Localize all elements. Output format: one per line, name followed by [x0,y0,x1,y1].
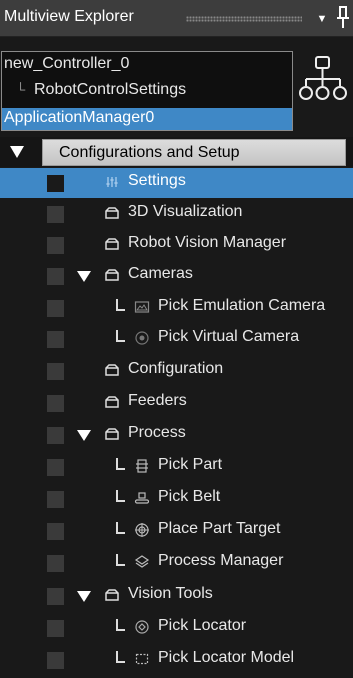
process-manager-icon [134,555,150,568]
tree-item-pick-locator[interactable]: Pick Locator [0,613,353,643]
tree-elbow-icon [116,330,125,342]
tree-item-vision-tools[interactable]: Vision Tools [0,581,353,611]
part-icon [136,459,148,473]
tree-item-pick-belt[interactable]: Pick Belt [0,484,353,514]
tree-elbow-icon [116,619,125,631]
tree-item-label: Pick Locator [158,617,247,634]
row-marker [47,427,64,444]
drag-grip[interactable] [186,16,302,22]
tree-item-label: Pick Virtual Camera [158,328,300,345]
tree-elbow-icon [116,522,125,534]
tree-item-settings[interactable]: Settings [0,168,353,198]
tree-item-process[interactable]: Process [0,420,353,450]
section-label: Configurations and Setup [59,144,240,161]
row-marker [47,395,64,412]
tree-item-pick-virtual-camera[interactable]: Pick Virtual Camera [0,324,353,354]
row-marker [47,363,64,380]
tree-elbow-icon [116,490,125,502]
row-marker [47,331,64,348]
folder-icon [105,364,119,376]
tree-item-label: Cameras [128,265,193,282]
expand-arrow-icon[interactable] [77,430,91,441]
locator-model-icon [135,653,149,665]
tree-item-label: Pick Belt [158,488,221,505]
folder-icon [105,238,119,250]
robot-settings-item[interactable]: RobotControlSettings [34,81,186,99]
controller-selector[interactable]: new_Controller_0 └ RobotControlSettings … [1,51,293,131]
row-marker [47,652,64,669]
tree-elbow-icon [116,651,125,663]
tree-item-robot-vision-manager[interactable]: Robot Vision Manager [0,230,353,260]
tree-item-process-manager[interactable]: Process Manager [0,548,353,578]
tree-item-label: Pick Part [158,456,223,473]
folder-icon [105,589,119,601]
emulation-camera-icon [134,301,150,313]
tree-item-pick-locator-model[interactable]: Pick Locator Model [0,645,353,675]
expand-arrow-icon[interactable] [77,271,91,282]
selected-app-manager[interactable]: ApplicationManager0 [2,108,292,130]
row-marker [47,268,64,285]
row-marker [47,523,64,540]
hierarchy-icon[interactable] [297,54,349,104]
tree-item-feeders[interactable]: Feeders [0,388,353,418]
row-marker [47,206,64,223]
tree-item-pick-part[interactable]: Pick Part [0,452,353,482]
settings-icon [106,177,118,187]
row-marker [47,175,64,192]
tree-item-label: 3D Visualization [128,203,243,220]
tree-item-label: Place Part Target [158,520,281,537]
app-manager-label: ApplicationManager0 [4,109,155,126]
title-bar[interactable]: Multiview Explorer ▼ [0,0,353,37]
row-marker [47,588,64,605]
folder-icon [105,396,119,408]
row-marker [47,555,64,572]
row-marker [47,237,64,254]
expand-arrow-icon[interactable] [77,591,91,602]
tree-item-label: Configuration [128,360,224,377]
multiview-explorer-panel: Multiview Explorer ▼ new_Controller_0 └ … [0,0,353,678]
row-marker [47,620,64,637]
pin-icon[interactable] [334,5,352,31]
tree-item-3d-visualization[interactable]: 3D Visualization [0,199,353,229]
controller-name[interactable]: new_Controller_0 [4,55,129,73]
tree-item-label: Vision Tools [128,585,213,602]
chevron-down-icon[interactable]: ▼ [313,10,331,28]
tree-item-pick-emulation-camera[interactable]: Pick Emulation Camera [0,293,353,323]
folder-icon [105,428,119,440]
row-marker [47,459,64,476]
tree-elbow-icon: └ [16,82,26,97]
tree-item-label: Robot Vision Manager [128,234,287,251]
folder-icon [105,269,119,281]
panel-title: Multiview Explorer [4,8,134,25]
tree-item-label: Process Manager [158,552,284,569]
tree-item-cameras[interactable]: Cameras [0,261,353,291]
tree-elbow-icon [116,554,125,566]
tree-item-label: Settings [128,172,186,189]
tree-item-label: Pick Emulation Camera [158,297,326,314]
tree-item-configuration[interactable]: Configuration [0,356,353,386]
row-marker [47,491,64,508]
tree-item-place-part-target[interactable]: Place Part Target [0,516,353,546]
locator-icon [135,620,149,634]
configurations-setup-tab[interactable]: Configurations and Setup [42,139,346,166]
collapse-arrow-icon[interactable] [10,146,24,158]
tree-item-label: Process [128,424,186,441]
belt-icon [134,492,150,504]
folder-icon [105,207,119,219]
virtual-camera-icon [135,331,149,345]
tree-item-label: Feeders [128,392,187,409]
tree-elbow-icon [116,299,125,311]
tree-elbow-icon [116,458,125,470]
tree-item-label: Pick Locator Model [158,649,295,666]
part-target-icon [135,523,149,537]
row-marker [47,300,64,317]
